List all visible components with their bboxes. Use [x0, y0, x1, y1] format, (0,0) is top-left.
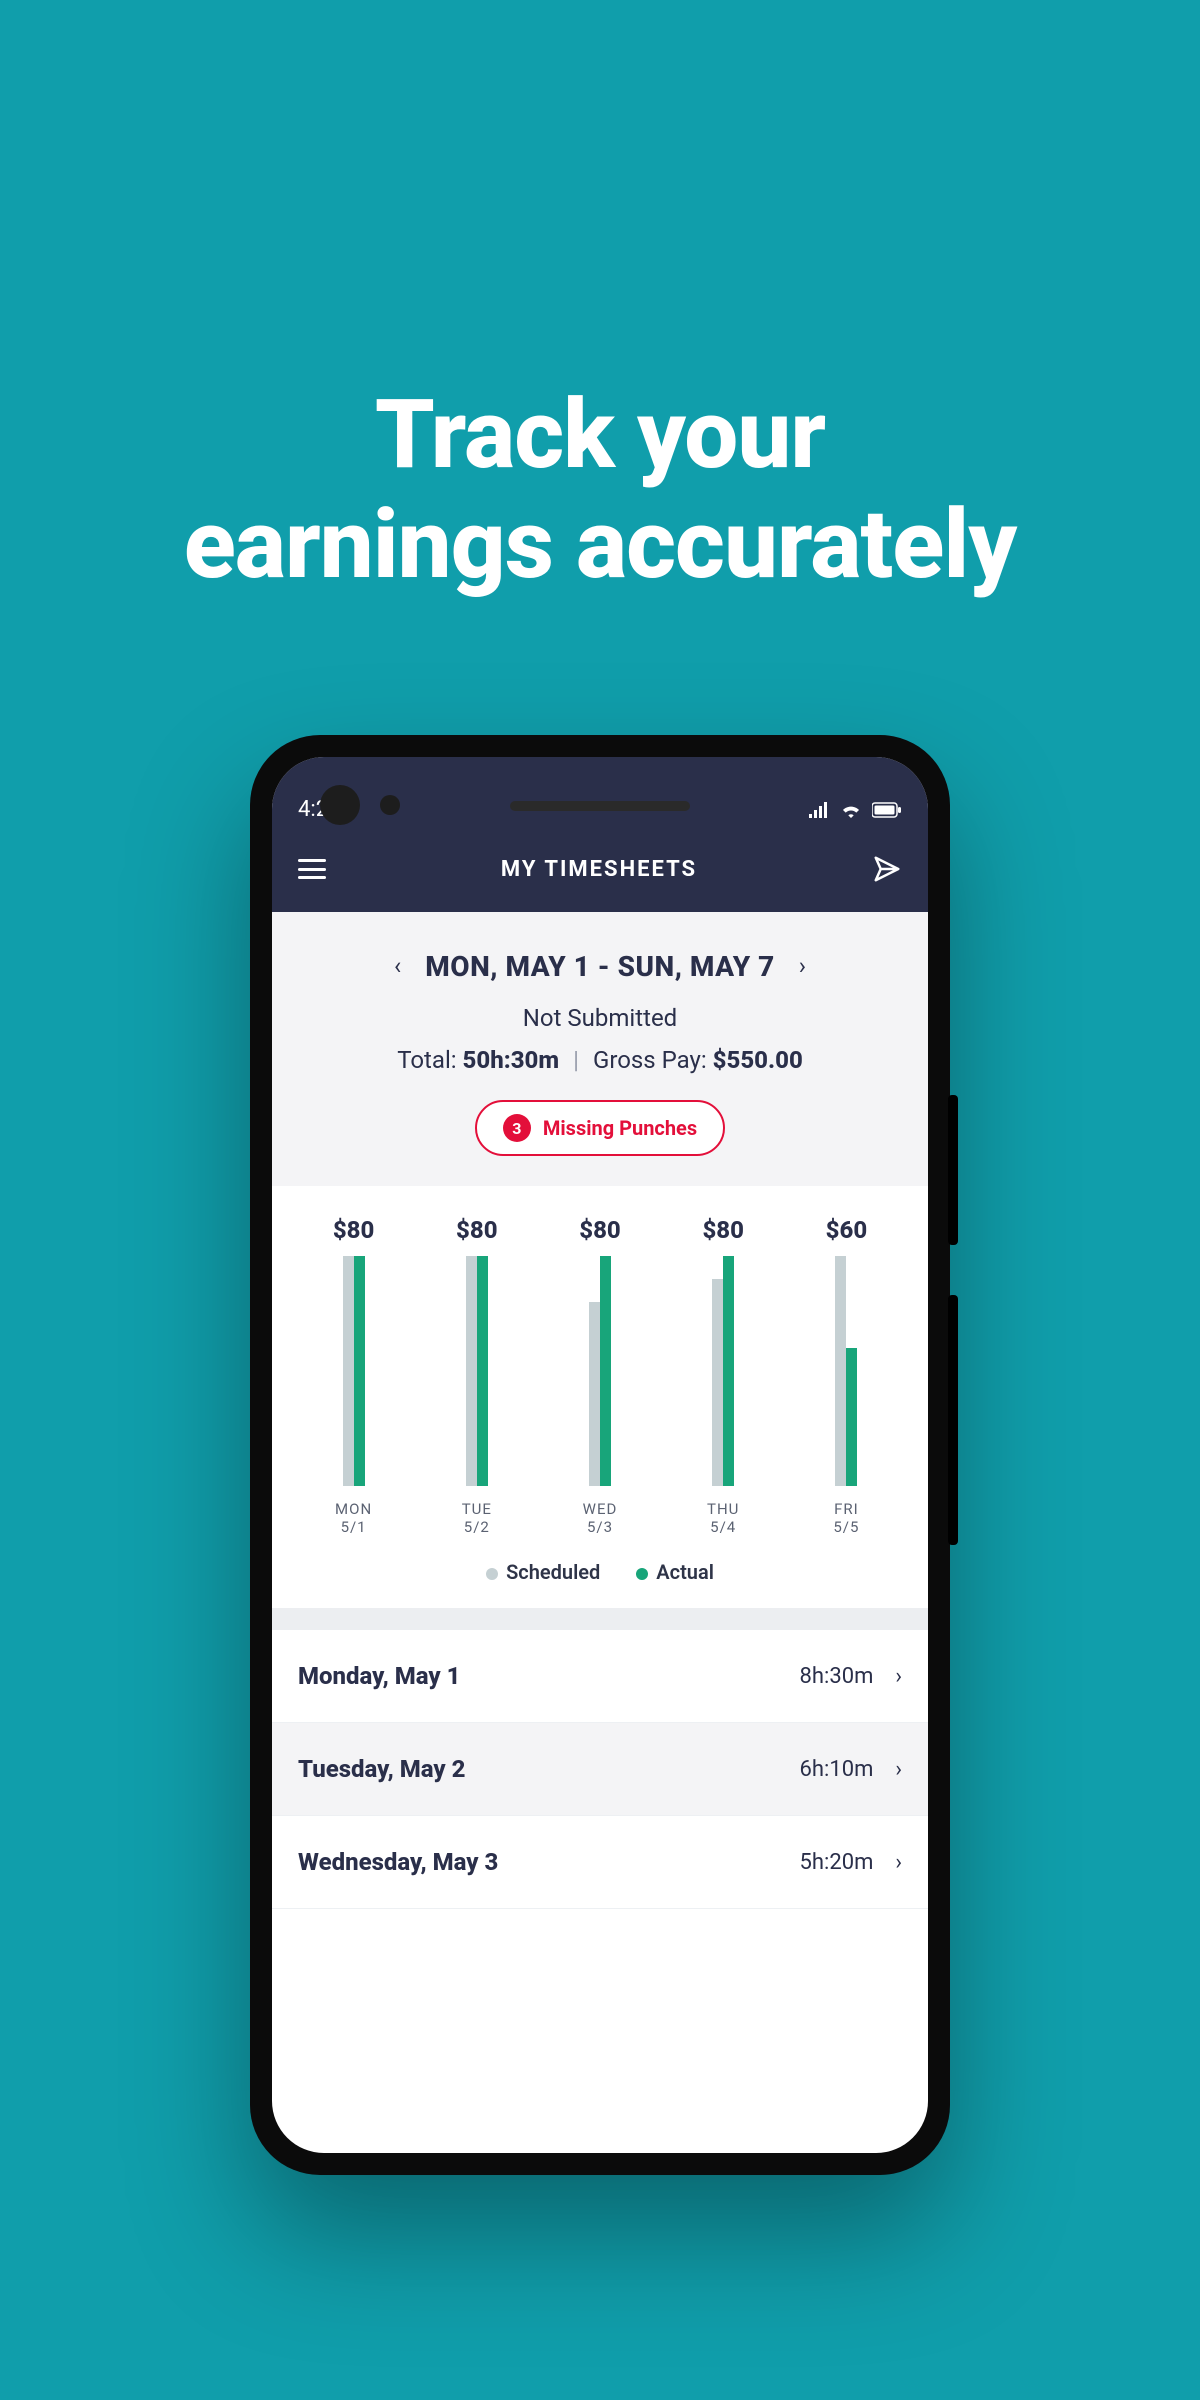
- chart-legend: Scheduled Actual: [292, 1560, 908, 1584]
- chevron-right-icon: ›: [895, 1850, 902, 1875]
- total-label: Total:: [397, 1046, 456, 1074]
- menu-button[interactable]: [298, 859, 326, 879]
- bar-scheduled: [466, 1256, 477, 1486]
- missing-count-badge: 3: [503, 1114, 531, 1142]
- hamburger-icon: [298, 859, 326, 862]
- gross-pay-label: Gross Pay:: [593, 1046, 707, 1074]
- bar-actual: [477, 1256, 488, 1486]
- wifi-icon: [840, 802, 862, 818]
- bar-value-label: $80: [333, 1216, 375, 1244]
- legend-actual: Actual: [636, 1560, 714, 1584]
- day-name: Monday, May 1: [298, 1662, 460, 1690]
- chart-bar-column: $80 MON5/1: [292, 1216, 415, 1536]
- chart-bar-column: $60 FRI5/5: [785, 1216, 908, 1536]
- section-divider: [272, 1608, 928, 1630]
- missing-label: Missing Punches: [543, 1116, 697, 1140]
- send-icon[interactable]: [872, 854, 902, 884]
- bar-day-label: THU5/4: [707, 1500, 739, 1536]
- gross-pay-value: $550.00: [713, 1046, 803, 1074]
- bar-scheduled: [712, 1279, 723, 1486]
- bar-pair: [835, 1256, 857, 1486]
- bar-pair: [712, 1256, 734, 1486]
- phone-camera-dot: [320, 785, 360, 825]
- bar-day-label: MON5/1: [335, 1500, 372, 1536]
- bar-actual: [600, 1256, 611, 1486]
- legend-scheduled: Scheduled: [486, 1560, 600, 1584]
- day-duration: 6h:10m: [800, 1757, 874, 1782]
- app-bar: MY TIMESHEETS: [272, 836, 928, 912]
- phone-side-button: [948, 1295, 958, 1545]
- chart-bar-column: $80 THU5/4: [662, 1216, 785, 1536]
- screen: 4:20 MY TIMESHEETS ‹ MON, MAY 1 - SUN, M…: [272, 757, 928, 2153]
- bar-value-label: $80: [702, 1216, 744, 1244]
- next-week-button[interactable]: ›: [793, 946, 812, 986]
- day-row[interactable]: Wednesday, May 3 5h:20m ›: [272, 1816, 928, 1909]
- status-bar: 4:20: [272, 757, 928, 836]
- marketing-headline: Track yourearnings accurately: [0, 380, 1200, 601]
- bar-scheduled: [835, 1256, 846, 1486]
- bar-actual: [354, 1256, 365, 1486]
- day-name: Tuesday, May 2: [298, 1755, 465, 1783]
- chevron-right-icon: ›: [895, 1664, 902, 1689]
- bar-day-label: TUE5/2: [462, 1500, 492, 1536]
- bar-value-label: $80: [579, 1216, 621, 1244]
- totals-line: Total: 50h:30m | Gross Pay: $550.00: [292, 1046, 908, 1074]
- bar-pair: [343, 1256, 365, 1486]
- prev-week-button[interactable]: ‹: [388, 946, 407, 986]
- day-name: Wednesday, May 3: [298, 1848, 498, 1876]
- cell-signal-icon: [808, 802, 830, 818]
- page-title: MY TIMESHEETS: [501, 857, 697, 882]
- date-range-nav: ‹ MON, MAY 1 - SUN, MAY 7 ›: [292, 946, 908, 986]
- bar-actual: [846, 1348, 857, 1486]
- date-range: MON, MAY 1 - SUN, MAY 7: [425, 950, 775, 983]
- chart-bar-column: $80 TUE5/2: [415, 1216, 538, 1536]
- bar-day-label: FRI5/5: [833, 1500, 859, 1536]
- bar-actual: [723, 1256, 734, 1486]
- chart-bar-column: $80 WED5/3: [538, 1216, 661, 1536]
- bar-value-label: $80: [456, 1216, 498, 1244]
- bar-pair: [466, 1256, 488, 1486]
- bar-day-label: WED5/3: [583, 1500, 618, 1536]
- day-duration: 8h:30m: [800, 1664, 874, 1689]
- submission-status: Not Submitted: [292, 1004, 908, 1032]
- day-row[interactable]: Monday, May 1 8h:30m ›: [272, 1630, 928, 1723]
- phone-sensor-dot: [380, 795, 400, 815]
- missing-punches-button[interactable]: 3 Missing Punches: [475, 1100, 725, 1156]
- bar-scheduled: [343, 1256, 354, 1486]
- bar-pair: [589, 1256, 611, 1486]
- day-duration: 5h:20m: [800, 1850, 874, 1875]
- bar-scheduled: [589, 1302, 600, 1486]
- separator: |: [573, 1046, 579, 1074]
- bar-value-label: $60: [826, 1216, 868, 1244]
- phone-side-button: [948, 1095, 958, 1245]
- status-icons: [808, 802, 902, 818]
- phone-frame: 4:20 MY TIMESHEETS ‹ MON, MAY 1 - SUN, M…: [250, 735, 950, 2175]
- earnings-chart: $80 MON5/1 $80 TUE5/2 $80 WED5/3 $80 THU5/4 $60 F…: [272, 1186, 928, 1608]
- total-value: 50h:30m: [463, 1046, 560, 1074]
- summary-card: ‹ MON, MAY 1 - SUN, MAY 7 › Not Submitte…: [272, 912, 928, 1186]
- battery-icon: [872, 802, 902, 818]
- chevron-right-icon: ›: [895, 1757, 902, 1782]
- day-row[interactable]: Tuesday, May 2 6h:10m ›: [272, 1723, 928, 1816]
